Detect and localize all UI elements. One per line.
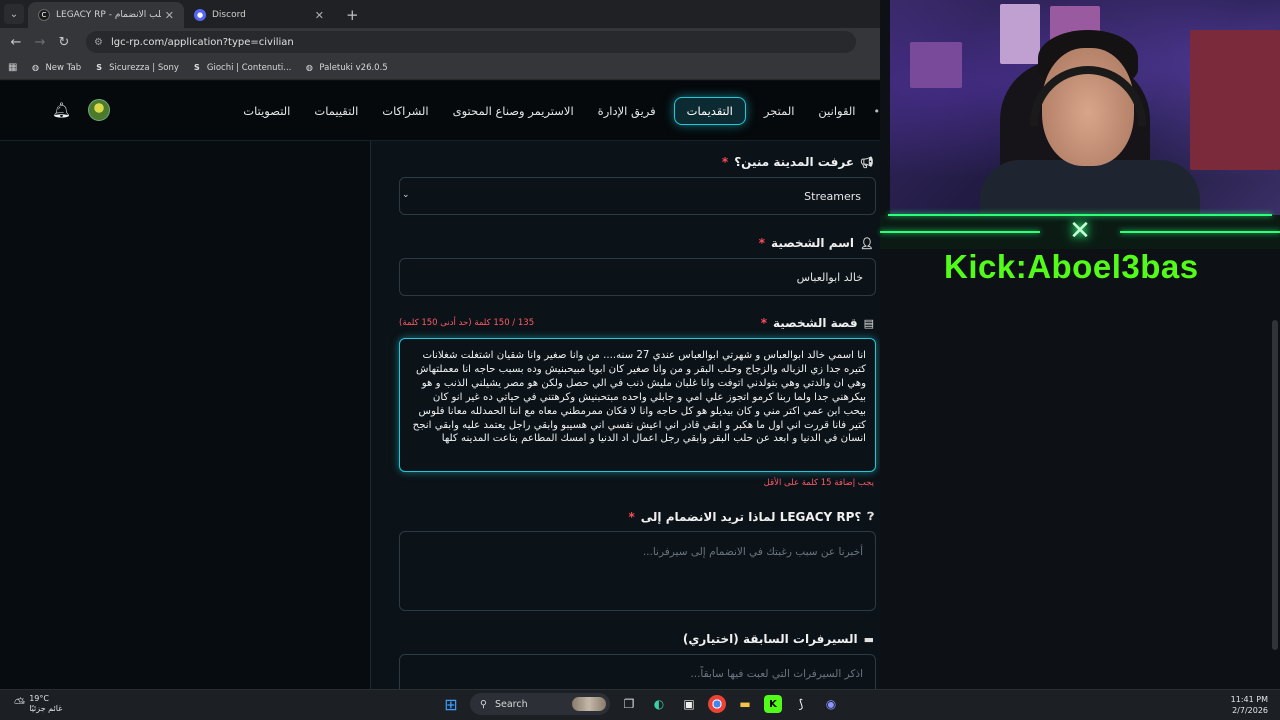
search-highlight-art [572,697,606,711]
chrome-icon[interactable] [708,695,726,713]
taskbar-search[interactable]: ⚲ Search [470,693,610,715]
wall-poster [1000,4,1040,64]
kick-app-icon[interactable]: K [764,695,782,713]
new-tab-icon[interactable]: + [346,6,359,24]
server-icon: ▬ [863,632,874,646]
nav-admin-team[interactable]: فريق الإدارة [586,97,668,125]
bell-icon[interactable]: 🔔︎ [52,101,71,119]
site-navbar: • القوانين المتجر التقديمات فريق الإدارة… [0,81,880,141]
nav-overflow-icon[interactable]: • [868,105,881,118]
avatar[interactable] [88,99,110,121]
browser-tab-discord[interactable]: ● Discord ✕ [184,2,334,28]
kick-handle: Kick:Aboel3bas [944,248,1199,285]
apps-grid-icon[interactable]: ▦ [8,62,17,73]
bookmarks-bar: ▦ ◍ New Tab S Sicurezza | Sony S Giochi | C… [0,56,880,80]
discord-favicon-icon: ● [194,9,206,21]
wall-poster [910,42,962,88]
close-tab-icon[interactable]: ✕ [165,9,174,22]
chevron-down-icon: ⌄ [402,190,410,200]
cloud-sun-icon: ⛅︎ [14,696,26,712]
required-asterisk: * [628,510,635,524]
url-field[interactable]: ⚙ lgc-rp.com/application?type=civilian [86,31,856,53]
sony-icon: S [96,63,102,72]
megaphone-icon: 📢︎ [860,155,874,169]
tab-title: Discord [212,10,246,20]
x-logo-icon: ✕ [1069,216,1091,246]
nav-partners[interactable]: الشراكات [370,97,440,125]
close-tab-icon[interactable]: ✕ [315,9,324,22]
story-warning: يجب إضافة 15 كلمة على الأقل [763,478,874,488]
previous-servers-textarea[interactable]: اذكر السيرفرات التي لعبت فيها سابقاً... [399,654,876,689]
user-icon: 👤︎ [860,236,874,250]
application-form-panel: * عرفت المدينة منين؟ 📢︎ Streamers ⌄ * اس… [370,141,880,689]
taskbar-pinned-apps: ⊞ ⚲ Search ❐ ◐ ▣ ▬ K ⟆ ◉ [440,693,842,715]
discord-icon[interactable]: ◉ [820,693,842,715]
character-name-input[interactable]: خالد ابوالعباس [399,258,876,296]
file-explorer-icon[interactable]: ▬ [734,693,756,715]
globe-icon: ◍ [305,63,313,72]
streamer-shirt [980,160,1200,215]
back-arrow-icon[interactable]: ← [4,35,28,50]
nav-store[interactable]: المتجر [752,97,807,125]
why-join-label: * لماذا تريد الانضمام إلى LEGACY RP؟ ❓︎ [628,510,874,524]
browser-tab-strip: ⌄ C LEGACY RP - تقديم طلب الانضمام ✕ ● D… [0,0,880,28]
search-icon: ⚲ [480,698,487,710]
source-select[interactable]: Streamers ⌄ [399,177,876,215]
nav-votes[interactable]: التصويتات [231,97,302,125]
forward-arrow-icon[interactable]: → [28,35,52,50]
why-join-textarea[interactable]: أخبرنا عن سبب رغبتك في الانضمام إلى سيرف… [399,531,876,611]
edge-icon[interactable]: ◐ [648,693,670,715]
bookmark-new-tab[interactable]: ◍ New Tab [29,62,81,74]
system-clock[interactable]: 11:41 PM 2/7/2026 [1231,694,1268,716]
required-asterisk: * [721,155,729,169]
nav-applications[interactable]: التقديمات [673,97,746,125]
capcut-icon[interactable]: ⟆ [790,693,812,715]
character-name-label: * اسم الشخصية 👤︎ [758,236,874,250]
tab-search-dropdown-icon[interactable]: ⌄ [4,4,24,24]
reload-icon[interactable]: ↻ [52,35,76,50]
task-view-icon[interactable]: ❐ [618,693,640,715]
webcam-feed [890,0,1280,215]
nav-reviews[interactable]: التقييمات [302,97,370,125]
browser-tab-legacy[interactable]: C LEGACY RP - تقديم طلب الانضمام ✕ [28,2,184,28]
windows-start-icon[interactable]: ⊞ [440,693,462,715]
story-text: انا اسمي خالد ابوالعباس و شهرتي ابوالعبا… [412,350,866,445]
source-label: * عرفت المدينة منين؟ 📢︎ [721,155,874,169]
story-textarea[interactable]: انا اسمي خالد ابوالعباس و شهرتي ابوالعبا… [399,338,876,472]
legacy-favicon-icon: C [38,9,50,21]
address-toolbar: ← → ↻ ⚙ lgc-rp.com/application?type=civi… [0,28,880,56]
stream-overlay: ✕ Kick:Aboel3bas [880,0,1280,690]
story-label: * قصة الشخصية ▤ [760,316,874,330]
jersey [1190,30,1280,170]
previous-servers-label: السيرفرات السابقة (اختياري) ▬ [682,632,874,646]
nav-rules[interactable]: القوانين [806,97,867,125]
required-asterisk: * [760,316,767,330]
windows-taskbar: ⛅︎ 19°C غائم جزئيًا ⊞ ⚲ Search ❐ ◐ ▣ ▬ K… [0,689,1280,720]
site-info-icon[interactable]: ⚙ [94,37,103,48]
required-asterisk: * [758,236,766,250]
store-icon[interactable]: ▣ [678,693,700,715]
question-icon: ❓︎ [867,510,874,523]
page-scrollbar[interactable] [1272,320,1278,650]
weather-widget[interactable]: ⛅︎ 19°C غائم جزئيًا [14,694,62,714]
bookmark-paletuki[interactable]: ◍ Paletuki v26.0.5 [303,62,388,74]
bookmark-sony[interactable]: S Sicurezza | Sony [93,62,179,74]
globe-icon: ◍ [31,63,39,72]
book-icon: ▤ [863,316,874,330]
word-count: 135 / 150 كلمة (حد أدنى 150 كلمة) [399,318,535,328]
nav-streamers[interactable]: الاستريمر وصناع المحتوى [441,97,586,125]
sony-icon: S [193,63,200,72]
site-nav-items: • القوانين المتجر التقديمات فريق الإدارة… [231,81,880,141]
url-text: lgc-rp.com/application?type=civilian [110,36,294,48]
website-viewport: • القوانين المتجر التقديمات فريق الإدارة… [0,81,880,689]
bookmark-giochi[interactable]: S Giochi | Contenuti... [191,62,291,74]
tab-title: LEGACY RP - تقديم طلب الانضمام [56,10,161,20]
